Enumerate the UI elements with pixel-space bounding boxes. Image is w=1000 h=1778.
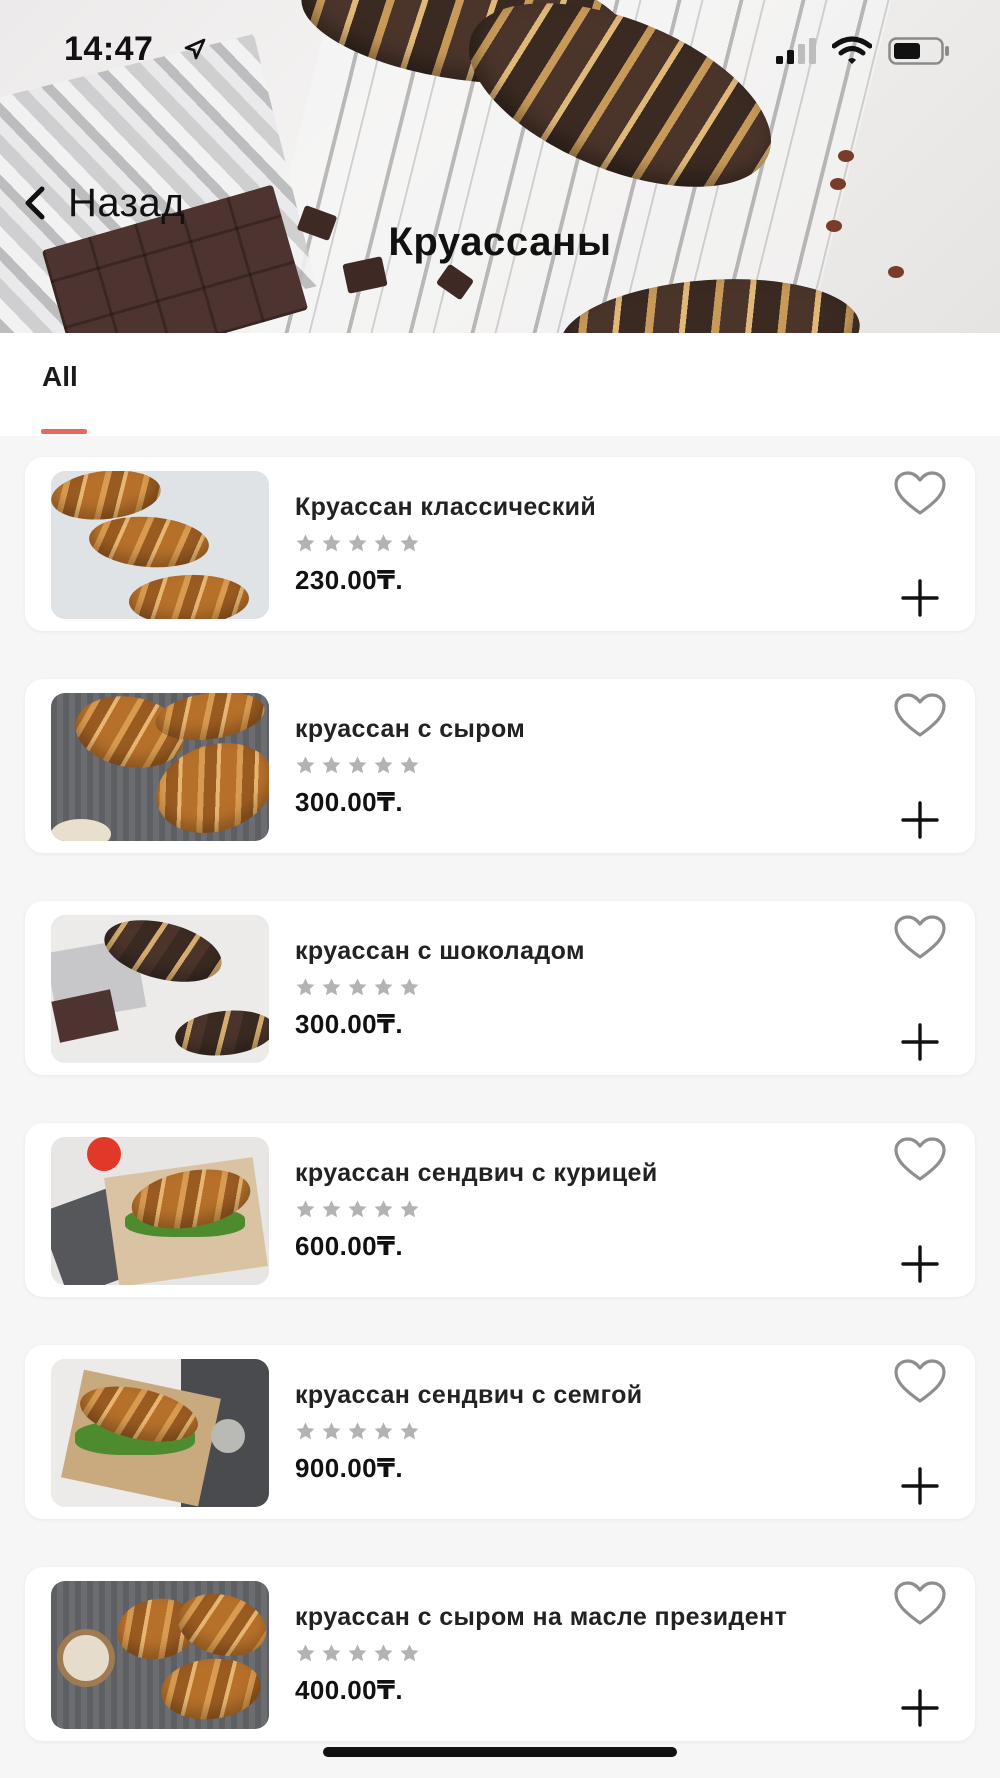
star-icon [348,1644,367,1662]
product-image [51,1581,269,1729]
rating-stars [295,1199,420,1220]
product-image [51,471,269,619]
star-icon [348,978,367,996]
active-tab-indicator [41,429,87,434]
product-card[interactable]: круассан сендвич с курицей 600.00₸. [25,1123,975,1297]
star-icon [296,1200,315,1218]
raisin-decoration [888,266,904,278]
star-icon [374,1422,393,1440]
star-icon [400,756,419,774]
category-tabs: All [0,333,1000,436]
product-card[interactable]: круассан с шоколадом 300.00₸. [25,901,975,1075]
favorite-heart-icon[interactable] [893,915,947,961]
battery-icon [888,37,949,65]
star-icon [322,756,341,774]
star-icon [322,1422,341,1440]
favorite-heart-icon[interactable] [893,1137,947,1183]
product-price: 300.00₸. [295,1009,404,1039]
star-icon [322,1200,341,1218]
star-icon [374,756,393,774]
favorite-heart-icon[interactable] [893,1581,947,1627]
favorite-heart-icon[interactable] [893,471,947,517]
product-price: 230.00₸. [295,565,404,595]
product-list: Круассан классический 230.00₸. круассан … [25,457,975,1778]
product-price: 300.00₸. [295,787,404,817]
product-name: круассан сендвич с семгой [295,1381,643,1409]
star-icon [296,1644,315,1662]
status-bar: 14:47 [0,0,1000,100]
star-icon [322,978,341,996]
rating-stars [295,1643,420,1664]
status-time: 14:47 [64,30,154,68]
star-icon [322,1644,341,1662]
star-icon [374,978,393,996]
add-to-cart-plus-icon[interactable] [901,1467,939,1505]
star-icon [296,1422,315,1440]
location-arrow-icon [184,38,206,60]
star-icon [400,1422,419,1440]
star-icon [374,534,393,552]
product-image [51,1359,269,1507]
star-icon [348,756,367,774]
home-indicator[interactable] [323,1747,677,1757]
tab-all[interactable]: All [42,361,78,393]
favorite-heart-icon[interactable] [893,693,947,739]
rating-stars [295,533,420,554]
product-image [51,1137,269,1285]
back-button-label: Назад [68,180,186,225]
product-price: 400.00₸. [295,1675,404,1705]
star-icon [296,534,315,552]
star-icon [348,1422,367,1440]
product-card[interactable]: круассан с сыром 300.00₸. [25,679,975,853]
raisin-decoration [830,178,846,190]
add-to-cart-plus-icon[interactable] [901,1023,939,1061]
rating-stars [295,977,420,998]
product-name: круассан сендвич с курицей [295,1159,658,1187]
product-card[interactable]: Круассан классический 230.00₸. [25,457,975,631]
cellular-signal-icon [776,38,816,64]
product-name: круассан с шоколадом [295,937,585,965]
add-to-cart-plus-icon[interactable] [901,579,939,617]
product-name: круассан с сыром [295,715,526,743]
star-icon [400,1644,419,1662]
star-icon [348,534,367,552]
star-icon [374,1200,393,1218]
product-price: 600.00₸. [295,1231,404,1261]
product-image [51,693,269,841]
product-name: Круассан классический [295,493,597,521]
star-icon [296,756,315,774]
add-to-cart-plus-icon[interactable] [901,1245,939,1283]
chevron-left-icon [25,186,45,220]
product-card[interactable]: круассан сендвич с семгой 900.00₸. [25,1345,975,1519]
product-card[interactable]: круассан с сыром на масле президент 400.… [25,1567,975,1741]
product-name: круассан с сыром на масле президент [295,1603,788,1631]
add-to-cart-plus-icon[interactable] [901,801,939,839]
star-icon [400,978,419,996]
rating-stars [295,755,420,776]
rating-stars [295,1421,420,1442]
product-image [51,915,269,1063]
star-icon [322,534,341,552]
star-icon [348,1200,367,1218]
raisin-decoration [838,150,854,162]
page-title: Круассаны [388,220,612,264]
favorite-heart-icon[interactable] [893,1359,947,1405]
wifi-icon [832,36,872,64]
star-icon [296,978,315,996]
add-to-cart-plus-icon[interactable] [901,1689,939,1727]
star-icon [400,1200,419,1218]
star-icon [374,1644,393,1662]
star-icon [400,534,419,552]
product-price: 900.00₸. [295,1453,404,1483]
